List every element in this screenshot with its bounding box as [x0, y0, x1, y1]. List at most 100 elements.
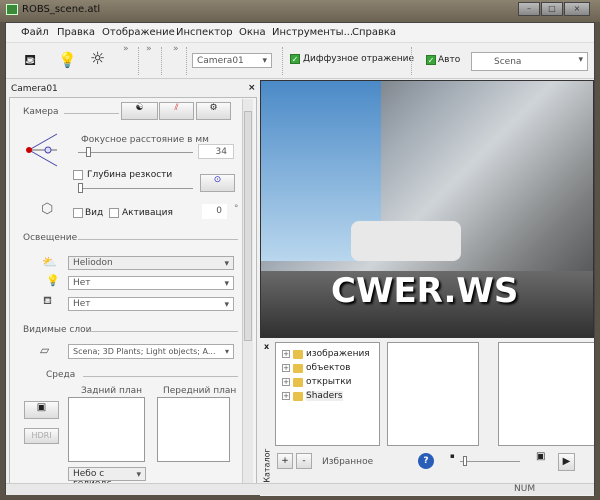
focal-slider-thumb[interactable] [86, 147, 91, 157]
yin-yang-icon: ☯ [135, 103, 144, 113]
tree-item-label: объектов [306, 363, 351, 373]
view-checkbox[interactable] [73, 208, 83, 218]
menu-view[interactable]: Отображение [102, 27, 175, 38]
pencils-icon: ⫽ [174, 103, 179, 113]
sky-select[interactable]: Небо с гелиодс [68, 467, 146, 489]
menu-inspector[interactable]: Инспектор [176, 27, 233, 38]
diffuse-label: Диффузное отражение [303, 54, 415, 64]
play-button[interactable]: ▶ [558, 453, 575, 471]
expand-icon[interactable]: + [282, 350, 290, 358]
hdri-button[interactable]: HDRI [24, 428, 59, 444]
expand-icon[interactable]: + [282, 364, 290, 372]
folder-icon [293, 391, 303, 401]
watermark: CWER.WS [331, 271, 519, 311]
camera-mode-button[interactable]: ☯ [121, 102, 158, 120]
toolbar: ⛾ 💡 ☼ » » » Camera01 ✓ Диффузное отражен… [6, 43, 594, 79]
lighting-section-label: Освещение [23, 233, 78, 243]
activation-checkbox[interactable] [109, 208, 119, 218]
inspector-close-button[interactable]: × [248, 83, 256, 93]
auto-label: Авто [438, 55, 461, 65]
dof-slider[interactable] [78, 188, 193, 189]
menu-edit[interactable]: Правка [57, 27, 95, 38]
chevron-more-icon[interactable]: » [173, 44, 179, 54]
tree-item-label: Shaders [306, 391, 343, 401]
num-lock-indicator: NUM [514, 484, 536, 494]
tree-item[interactable]: + изображения [282, 347, 373, 361]
tree-item-label: изображения [306, 349, 370, 359]
auto-checkbox[interactable]: ✓ [426, 55, 436, 65]
lightbulb-icon[interactable]: 💡 [58, 51, 77, 69]
catalog-close-button[interactable]: x [264, 342, 269, 351]
thumbnail-slider-thumb[interactable] [463, 456, 467, 466]
catalog-panel: x Каталог + изображения + объектов + открыт… [260, 341, 594, 496]
settings-button[interactable]: ⚙ [196, 102, 231, 120]
layers-select[interactable]: Scena; 3D Plants; Light objects; A... [68, 344, 234, 359]
catalog-content-pane[interactable] [387, 342, 479, 446]
menu-help[interactable]: Справка [352, 27, 396, 38]
scrollbar-thumb[interactable] [244, 111, 252, 341]
play-icon: ▶ [562, 456, 571, 467]
menu-tools[interactable]: Инструменты... [272, 27, 353, 38]
status-bar: NUM [6, 483, 594, 495]
expand-icon[interactable]: + [282, 378, 290, 386]
tree-item[interactable]: + объектов [282, 361, 373, 375]
render-viewport[interactable]: CWER.WS [260, 80, 594, 338]
window-title: ROBS_scene.atl [22, 4, 101, 15]
paint-bucket-icon: ⛾ [43, 294, 52, 307]
minimize-button[interactable]: – [518, 2, 540, 16]
sun-cloud-icon: ⛅ [42, 255, 57, 269]
background-preview[interactable] [68, 397, 145, 462]
sun-select[interactable]: Heliodon [68, 256, 234, 270]
focal-slider[interactable] [78, 152, 193, 153]
favorites-label: Избранное [322, 457, 374, 467]
title-bar: ROBS_scene.atl – □ × [0, 0, 600, 22]
remove-favorite-button[interactable]: - [296, 453, 312, 469]
gear-icon: ⚙ [209, 103, 218, 113]
close-window-button[interactable]: × [564, 2, 590, 16]
tree-item-label: открытки [306, 377, 352, 387]
color-settings-button[interactable]: ⫽ [159, 102, 194, 120]
foreground-preview[interactable] [157, 397, 230, 462]
chevron-more-icon[interactable]: » [123, 44, 129, 54]
expand-icon[interactable]: + [282, 392, 290, 400]
maximize-button[interactable]: □ [541, 2, 563, 16]
environment-button[interactable]: ▣ [24, 401, 59, 419]
cube-icon: ⬡ [41, 201, 54, 217]
catalog-tab[interactable]: Каталог [263, 448, 272, 482]
main-window: Файл Правка Отображение Инспектор Окна И… [5, 22, 595, 496]
angle-input[interactable]: 0 [202, 204, 227, 219]
sun-icon[interactable]: ☼ [90, 49, 105, 69]
layers-icon: ▱ [40, 343, 50, 357]
scene-select[interactable]: Scena [471, 52, 588, 71]
thumbnail-size-slider[interactable] [460, 461, 520, 462]
dof-checkbox[interactable] [73, 170, 83, 180]
focal-length-input[interactable]: 34 [198, 144, 234, 159]
activation-label: Активация [122, 208, 173, 218]
help-button[interactable]: ? [418, 453, 434, 469]
dof-slider-thumb[interactable] [78, 183, 83, 193]
chevron-more-icon[interactable]: » [146, 44, 152, 54]
menu-windows[interactable]: Окна [239, 27, 266, 38]
target-icon: ⊙ [213, 175, 222, 185]
menu-bar: Файл Правка Отображение Инспектор Окна И… [6, 23, 594, 43]
folder-icon [293, 377, 303, 387]
tree-item[interactable]: + Shaders [282, 389, 373, 403]
paint-bucket-icon[interactable]: ⛾ [24, 51, 36, 71]
camera-fov-icon [26, 133, 58, 167]
folder-icon [293, 349, 303, 359]
add-favorite-button[interactable]: + [277, 453, 293, 469]
background-label: Задний план [81, 386, 142, 396]
environment-section-label: Среда [46, 370, 76, 380]
catalog-preview-pane[interactable] [498, 342, 594, 446]
inspector-title: Camera01 [11, 84, 58, 94]
camera-select[interactable]: Camera01 [192, 53, 272, 68]
tree-item[interactable]: + открытки [282, 375, 373, 389]
light-select[interactable]: Нет [68, 276, 234, 290]
ambient-select[interactable]: Нет [68, 297, 234, 311]
menu-file[interactable]: Файл [21, 27, 49, 38]
small-thumbnail-icon: ▪ [450, 452, 455, 460]
focus-point-button[interactable]: ⊙ [200, 174, 235, 192]
inspector-scrollbar[interactable] [242, 99, 253, 493]
diffuse-checkbox[interactable]: ✓ [290, 54, 300, 64]
environment-image-icon: ▣ [36, 402, 47, 413]
